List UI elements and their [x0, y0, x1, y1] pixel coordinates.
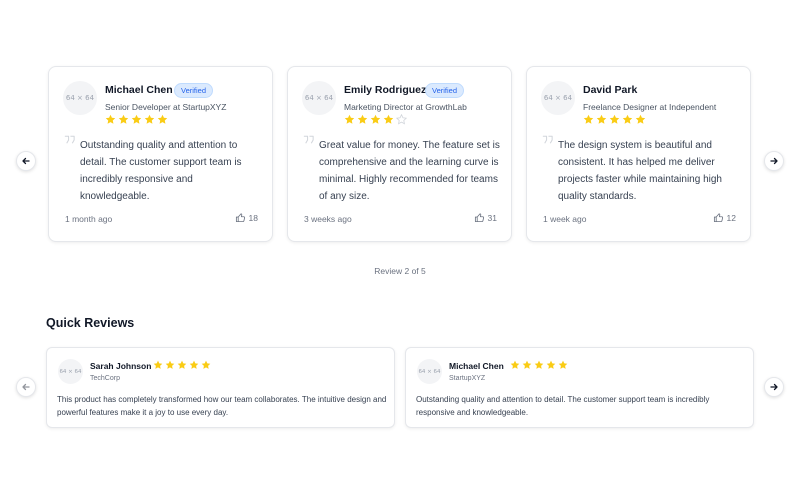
thumbs-up-icon — [474, 213, 484, 223]
star-icon — [635, 114, 646, 124]
review-card: 64 × 64 Michael Chen Verified Senior Dev… — [48, 66, 273, 242]
quick-review-card: 64 × 64 Michael Chen StartupXYZ Outstand… — [405, 347, 754, 428]
star-icon — [118, 114, 129, 124]
quote-icon — [303, 135, 314, 144]
star-icon — [153, 360, 163, 369]
like-count: 18 — [248, 212, 258, 223]
verified-badge: Verified — [425, 83, 465, 98]
avatar: 64 × 64 — [541, 81, 575, 115]
review-text: Outstanding quality and attention to det… — [80, 140, 242, 202]
star-rating — [510, 360, 568, 370]
star-icon — [522, 360, 532, 369]
verified-badge: Verified — [174, 83, 214, 98]
arrow-right-icon — [770, 383, 778, 391]
star-icon — [144, 114, 155, 124]
star-icon — [534, 360, 544, 369]
section-title: Quick Reviews — [46, 316, 135, 330]
reviewer-name: David Park — [583, 84, 638, 96]
reviewer-role: Marketing Director at GrowthLab — [344, 102, 467, 112]
star-outline-icon — [396, 114, 407, 125]
reviewer-name: Michael Chen — [105, 84, 173, 96]
star-icon — [622, 114, 633, 124]
avatar: 64 × 64 — [302, 81, 336, 115]
avatar: 64 × 64 — [63, 81, 97, 115]
helpful-button[interactable]: 18 — [235, 212, 258, 223]
like-count: 31 — [487, 212, 497, 223]
star-icon — [558, 360, 568, 369]
star-rating — [153, 360, 211, 370]
star-icon — [357, 114, 368, 124]
quote-icon — [64, 135, 75, 144]
star-icon — [370, 114, 381, 124]
star-icon — [177, 360, 187, 369]
star-icon — [189, 360, 199, 369]
reviewer-company: StartupXYZ — [449, 375, 486, 382]
helpful-button[interactable]: 31 — [474, 212, 497, 223]
quick-review-card: 64 × 64 Sarah Johnson TechCorp This prod… — [46, 347, 395, 428]
review-text: Great value for money. The feature set i… — [319, 140, 500, 202]
star-rating — [344, 114, 407, 125]
star-icon — [165, 360, 175, 369]
reviewer-company: TechCorp — [90, 375, 120, 382]
star-rating — [583, 114, 646, 125]
reviewer-name: Michael Chen — [449, 361, 504, 371]
review-time: 3 weeks ago — [304, 214, 352, 224]
quick-next-button[interactable] — [764, 377, 784, 397]
quick-prev-button[interactable] — [16, 377, 36, 397]
arrow-right-icon — [770, 157, 778, 165]
helpful-button[interactable]: 12 — [713, 212, 736, 223]
review-time: 1 week ago — [543, 214, 587, 224]
like-count: 12 — [726, 212, 736, 223]
star-icon — [546, 360, 556, 369]
star-icon — [510, 360, 520, 369]
carousel-prev-button[interactable] — [16, 151, 36, 171]
review-card: 64 × 64 Emily Rodriguez Verified Marketi… — [287, 66, 512, 242]
arrow-left-icon — [22, 383, 30, 391]
star-icon — [157, 114, 168, 124]
carousel-next-button[interactable] — [764, 151, 784, 171]
avatar: 64 × 64 — [417, 359, 442, 384]
star-icon — [383, 114, 394, 124]
reviewer-name: Emily Rodriguez — [344, 84, 427, 96]
reviewer-name: Sarah Johnson — [90, 361, 152, 371]
reviewer-role: Freelance Designer at Independent — [583, 102, 717, 112]
review-text: This product has completely transformed … — [57, 395, 387, 417]
star-icon — [344, 114, 355, 124]
star-icon — [596, 114, 607, 124]
review-time: 1 month ago — [65, 214, 113, 224]
thumbs-up-icon — [713, 213, 723, 223]
review-text: Outstanding quality and attention to det… — [416, 395, 710, 417]
avatar: 64 × 64 — [58, 359, 83, 384]
reviewer-role: Senior Developer at StartupXYZ — [105, 102, 227, 112]
star-icon — [105, 114, 116, 124]
thumbs-up-icon — [235, 213, 245, 223]
review-text: The design system is beautiful and consi… — [558, 140, 722, 202]
review-card: 64 × 64 David Park Freelance Designer at… — [526, 66, 751, 242]
star-rating — [105, 114, 168, 125]
arrow-left-icon — [22, 157, 30, 165]
star-icon — [201, 360, 211, 369]
star-icon — [609, 114, 620, 124]
star-icon — [583, 114, 594, 124]
carousel-pager-text: Review 2 of 5 — [374, 266, 426, 276]
quote-icon — [542, 135, 553, 144]
star-icon — [131, 114, 142, 124]
